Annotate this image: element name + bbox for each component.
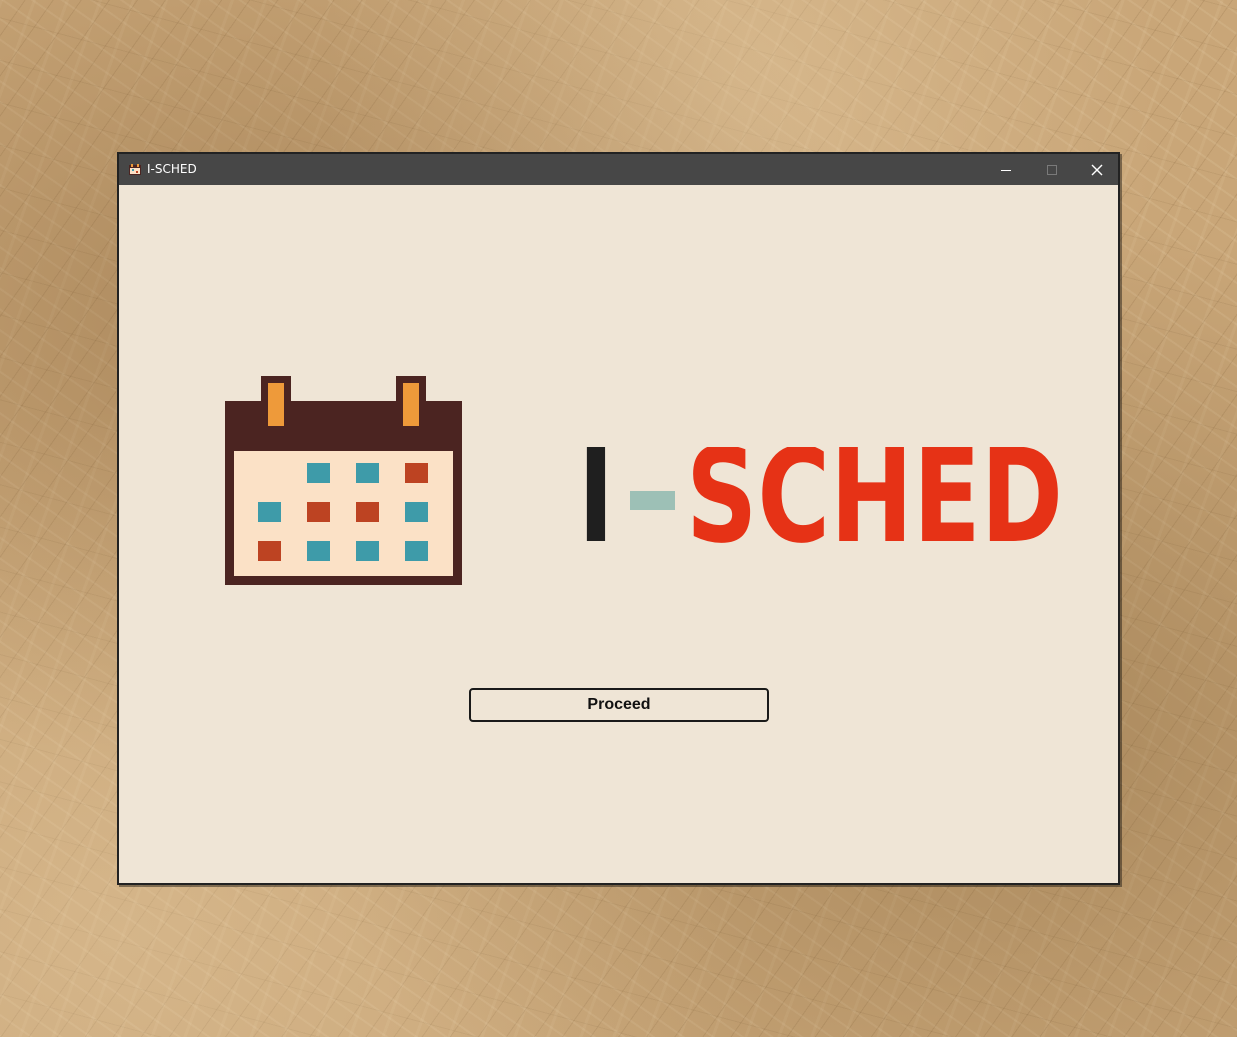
app-window: I-SCHED I SCHED Proceed (117, 152, 1120, 885)
app-calendar-icon (129, 164, 141, 175)
client-area: I SCHED Proceed (119, 185, 1118, 883)
title-bar[interactable]: I-SCHED (119, 154, 1118, 185)
app-logo: I SCHED (225, 376, 1065, 586)
logo-wordmark: I SCHED (578, 447, 1063, 547)
logo-hyphen (630, 491, 675, 510)
close-button[interactable] (1074, 154, 1120, 185)
minimize-icon (1001, 169, 1011, 171)
maximize-button (1029, 154, 1075, 185)
calendar-icon (225, 376, 462, 585)
maximize-icon (1047, 164, 1057, 175)
proceed-button[interactable]: Proceed (469, 688, 769, 722)
logo-name: SCHED (686, 447, 1063, 547)
window-title: I-SCHED (147, 162, 197, 176)
logo-letter-i: I (578, 447, 614, 547)
minimize-button[interactable] (983, 154, 1029, 185)
close-icon (1091, 164, 1103, 175)
